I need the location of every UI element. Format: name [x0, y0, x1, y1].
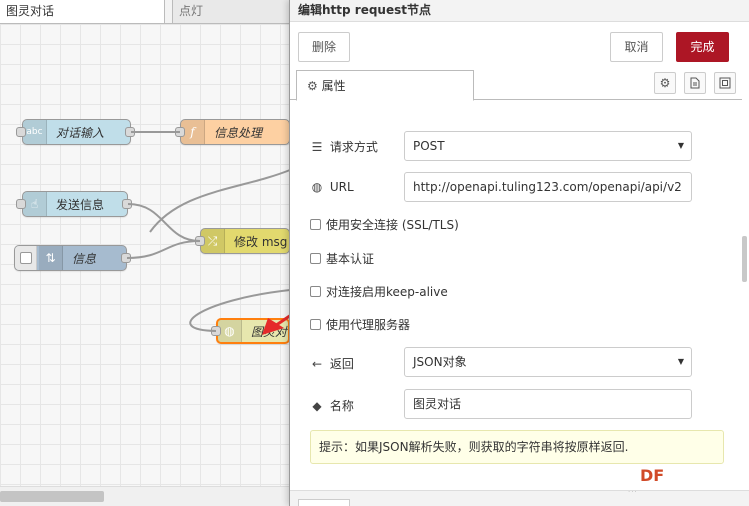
workspace-tab-bar: 图灵对话 点灯 — [0, 0, 290, 24]
tls-checkbox[interactable] — [310, 219, 321, 230]
gear-icon: ⚙ — [659, 76, 671, 90]
caret-down-icon: ▼ — [677, 141, 684, 150]
caret-down-icon: ▼ — [677, 357, 684, 366]
file-icon — [690, 77, 700, 89]
tab-properties[interactable]: ⚙ 属性 — [296, 70, 474, 101]
cancel-button[interactable]: 取消 — [610, 32, 663, 62]
return-label: ← 返回 — [311, 357, 354, 371]
node-label: 修改 msg — [234, 234, 288, 249]
tls-checkbox-row[interactable]: 使用安全连接 (SSL/TLS) — [310, 216, 459, 233]
node-port[interactable] — [16, 199, 26, 209]
keepalive-checkbox[interactable] — [310, 286, 321, 297]
json-tip: 提示：如果JSON解析失败，则获取的字符串将按原样返回. — [310, 430, 724, 464]
name-input[interactable]: 图灵对话 — [404, 389, 692, 419]
method-select[interactable]: POST ▼ — [404, 131, 692, 161]
node-label: 发送信息 — [56, 197, 105, 212]
url-label: ◍ URL — [311, 180, 354, 194]
tab-light-on[interactable]: 点灯 — [172, 0, 290, 24]
done-button[interactable]: 完成 — [676, 32, 729, 62]
proxy-checkbox[interactable] — [310, 319, 321, 330]
gear-icon: ⚙ — [307, 79, 318, 93]
appearance-tab-button[interactable] — [714, 72, 736, 94]
tray-scrollbar[interactable] — [742, 236, 747, 282]
tab-properties-label: 属性 — [321, 79, 346, 93]
node-port[interactable] — [122, 199, 132, 209]
globe-icon: ◍ — [218, 320, 242, 342]
url-input[interactable]: http://openapi.tuling123.com/openapi/api… — [404, 172, 692, 202]
proxy-checkbox-row[interactable]: 使用代理服务器 — [310, 316, 410, 333]
hand-icon: ☝ — [23, 192, 47, 216]
node-dialog-input[interactable]: abc 对话输入 — [22, 119, 131, 145]
name-label: ◆ 名称 — [310, 397, 353, 414]
edit-tray: 编辑http request节点 删除 取消 完成 ⚙ 属性 ⚙ ☰ 请求方式 … — [289, 0, 749, 506]
watermark-sub: ··· — [628, 488, 638, 496]
list-icon: ☰ — [311, 140, 323, 154]
keepalive-checkbox-row[interactable]: 对连接启用keep-alive — [310, 283, 448, 300]
settings-tab-button[interactable]: ⚙ — [654, 72, 676, 94]
node-send-info[interactable]: ☝ 发送信息 — [22, 191, 128, 217]
watermark: DF ··· — [618, 462, 746, 502]
arrow-left-icon: ← — [311, 357, 323, 371]
workspace-horizontal-scrollbar[interactable] — [0, 486, 290, 506]
node-port[interactable] — [16, 127, 26, 137]
node-turing-http[interactable]: ◍ 图灵对 — [216, 318, 290, 344]
tray-title: 编辑http request节点 — [290, 0, 749, 22]
method-label: ☰ 请求方式 — [311, 140, 378, 154]
globe-icon: ◍ — [311, 180, 323, 194]
scrollbar-thumb[interactable] — [0, 491, 104, 502]
flow-workspace[interactable]: 图灵对话 点灯 abc 对话输入 f 信息处理 ☝ 发送信息 ⤮ 修改 msg … — [0, 0, 290, 506]
basic-auth-checkbox[interactable] — [310, 253, 321, 264]
arrows-icon: ⇅ — [39, 246, 63, 270]
return-select[interactable]: JSON对象 ▼ — [404, 347, 692, 377]
basic-auth-checkbox-row[interactable]: 基本认证 — [310, 250, 374, 267]
node-label: 对话输入 — [56, 125, 105, 140]
footer-button[interactable] — [298, 499, 350, 506]
node-label: 信息处理 — [214, 125, 263, 140]
node-info[interactable]: ⇅ 信息 — [14, 245, 127, 271]
watermark-logo: DF — [640, 466, 665, 485]
tab-turing-dialog[interactable]: 图灵对话 — [0, 0, 165, 24]
node-label: 信息 — [72, 251, 97, 266]
node-port[interactable] — [121, 253, 131, 263]
node-port[interactable] — [125, 127, 135, 137]
tray-tab-bar: ⚙ 属性 ⚙ — [290, 70, 742, 101]
tag-icon: ◆ — [312, 399, 322, 413]
appearance-icon — [719, 77, 731, 89]
toggle-icon[interactable] — [15, 246, 37, 270]
node-port[interactable] — [211, 326, 221, 336]
description-tab-button[interactable] — [684, 72, 706, 94]
node-info-process[interactable]: f 信息处理 — [180, 119, 290, 145]
delete-button[interactable]: 删除 — [298, 32, 350, 62]
abc-icon: abc — [23, 120, 47, 144]
node-port[interactable] — [175, 127, 185, 137]
node-modify-msg[interactable]: ⤮ 修改 msg — [200, 228, 290, 254]
node-label: 图灵对 — [251, 324, 288, 339]
node-port[interactable] — [195, 236, 205, 246]
